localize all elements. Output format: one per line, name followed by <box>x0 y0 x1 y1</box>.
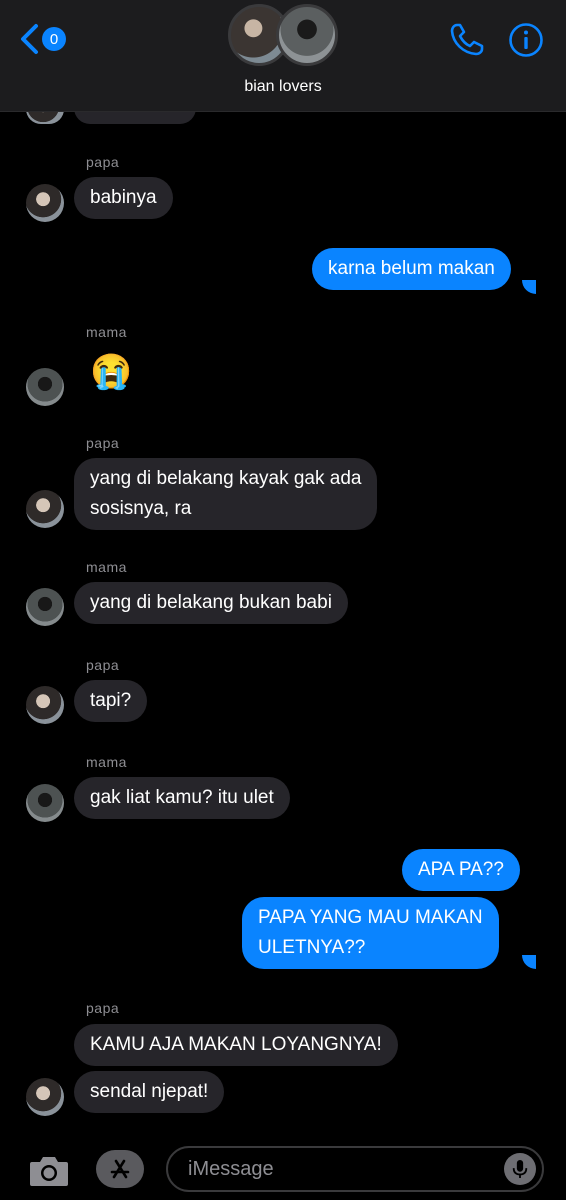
incoming-message-bubble[interactable]: KAMU AJA MAKAN LOYANGNYA! <box>74 1024 398 1066</box>
app-store-button[interactable] <box>96 1150 144 1188</box>
sender-name: papa <box>86 657 120 673</box>
avatar-papa[interactable] <box>26 686 64 724</box>
incoming-message-bubble[interactable]: yang di belakang kayak gak ada sosisnya,… <box>74 458 378 530</box>
chevron-left-icon <box>21 24 38 54</box>
outgoing-message-bubble[interactable]: karna belum makan <box>312 248 511 290</box>
group-name[interactable]: bian lovers <box>0 78 566 96</box>
phone-icon[interactable] <box>448 22 486 58</box>
group-avatar[interactable] <box>228 4 340 68</box>
bubble-tail <box>522 955 536 969</box>
sender-name: mama <box>86 324 127 340</box>
microphone-icon <box>512 1160 528 1178</box>
app-store-icon <box>110 1159 130 1179</box>
message-thread[interactable]: papa babinya karna belum makan mama 😭 pa… <box>0 0 566 1140</box>
avatar-mama[interactable] <box>26 368 64 406</box>
conversation-header: 0 bian lovers <box>0 0 566 112</box>
info-icon[interactable] <box>508 22 544 58</box>
sender-name: mama <box>86 754 127 770</box>
composer-bar: iMessage <box>0 1140 566 1200</box>
avatar-mama[interactable] <box>26 588 64 626</box>
avatar-papa[interactable] <box>26 490 64 528</box>
incoming-message-bubble[interactable]: tapi? <box>74 680 148 722</box>
unread-count-badge: 0 <box>42 27 66 51</box>
emoji-message[interactable]: 😭 <box>90 352 132 392</box>
avatar-papa[interactable] <box>26 184 64 222</box>
sender-name: papa <box>86 1000 120 1016</box>
bubble-tail <box>522 280 536 294</box>
incoming-message-bubble[interactable]: babinya <box>74 177 173 219</box>
incoming-message-bubble[interactable]: gak liat kamu? itu ulet <box>74 777 290 819</box>
message-input-placeholder: iMessage <box>188 1158 274 1180</box>
outgoing-message-bubble[interactable]: PAPA YANG MAU MAKAN ULETNYA?? <box>242 897 499 969</box>
sender-name: mama <box>86 559 127 575</box>
back-button[interactable]: 0 <box>18 22 70 56</box>
incoming-message-bubble[interactable]: yang di belakang bukan babi <box>74 582 348 624</box>
camera-icon[interactable] <box>28 1152 70 1188</box>
outgoing-message-bubble[interactable]: APA PA?? <box>402 849 520 891</box>
sender-name: papa <box>86 435 120 451</box>
avatar-mama[interactable] <box>26 784 64 822</box>
message-input[interactable]: iMessage <box>166 1146 544 1192</box>
incoming-message-bubble[interactable]: sendal njepat! <box>74 1071 225 1113</box>
avatar-papa[interactable] <box>26 1078 64 1116</box>
sender-name: papa <box>86 154 120 170</box>
avatar <box>276 4 338 66</box>
microphone-button[interactable] <box>504 1153 536 1185</box>
